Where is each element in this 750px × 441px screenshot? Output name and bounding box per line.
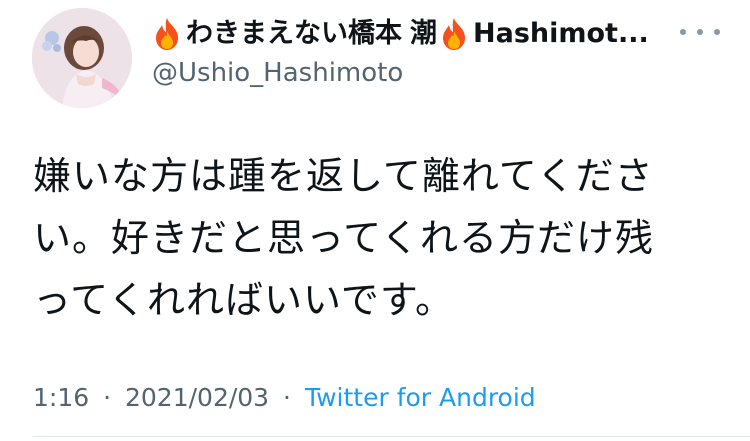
tweet-date[interactable]: 2021/02/03 [125,383,269,412]
avatar[interactable] [32,8,132,108]
display-name-part2: 潮 [410,18,437,49]
meta-separator: · [103,383,112,412]
meta-separator: · [283,383,291,412]
more-dot [697,29,703,35]
tweet-time[interactable]: 1:16 [33,383,89,412]
display-name-part3: Hashimot... [473,18,649,49]
tweet-meta: 1:16 · 2021/02/03 · Twitter for Android [33,380,536,416]
tweet-source-link[interactable]: Twitter for Android [305,383,536,412]
tweet-text-line: い。好きだと思ってくれる方だけ残 [33,216,654,260]
display-name[interactable]: わきまえない橋本 潮 Hashimot... [152,12,672,56]
display-name-part1: わきまえない橋本 [186,18,402,49]
tweet-text: 嫌いな方は踵を返して離れてくださ い。好きだと思ってくれる方だけ残 ってくれれば… [33,145,703,331]
more-options-icon[interactable] [680,22,720,42]
user-handle[interactable]: @Ushio_Hashimoto [152,58,672,88]
tweet-card[interactable]: わきまえない橋本 潮 Hashimot... @Ushio_Hashimoto … [0,0,750,441]
more-dot [680,29,686,35]
fire-icon [152,17,182,51]
tweet-text-line: ってくれればいいです。 [33,278,455,322]
tweet-header: わきまえない橋本 潮 Hashimot... @Ushio_Hashimoto [152,12,672,88]
divider [33,436,750,437]
fire-icon [439,17,469,51]
more-dot [714,29,720,35]
tweet-text-line: 嫌いな方は踵を返して離れてくださ [33,154,654,198]
